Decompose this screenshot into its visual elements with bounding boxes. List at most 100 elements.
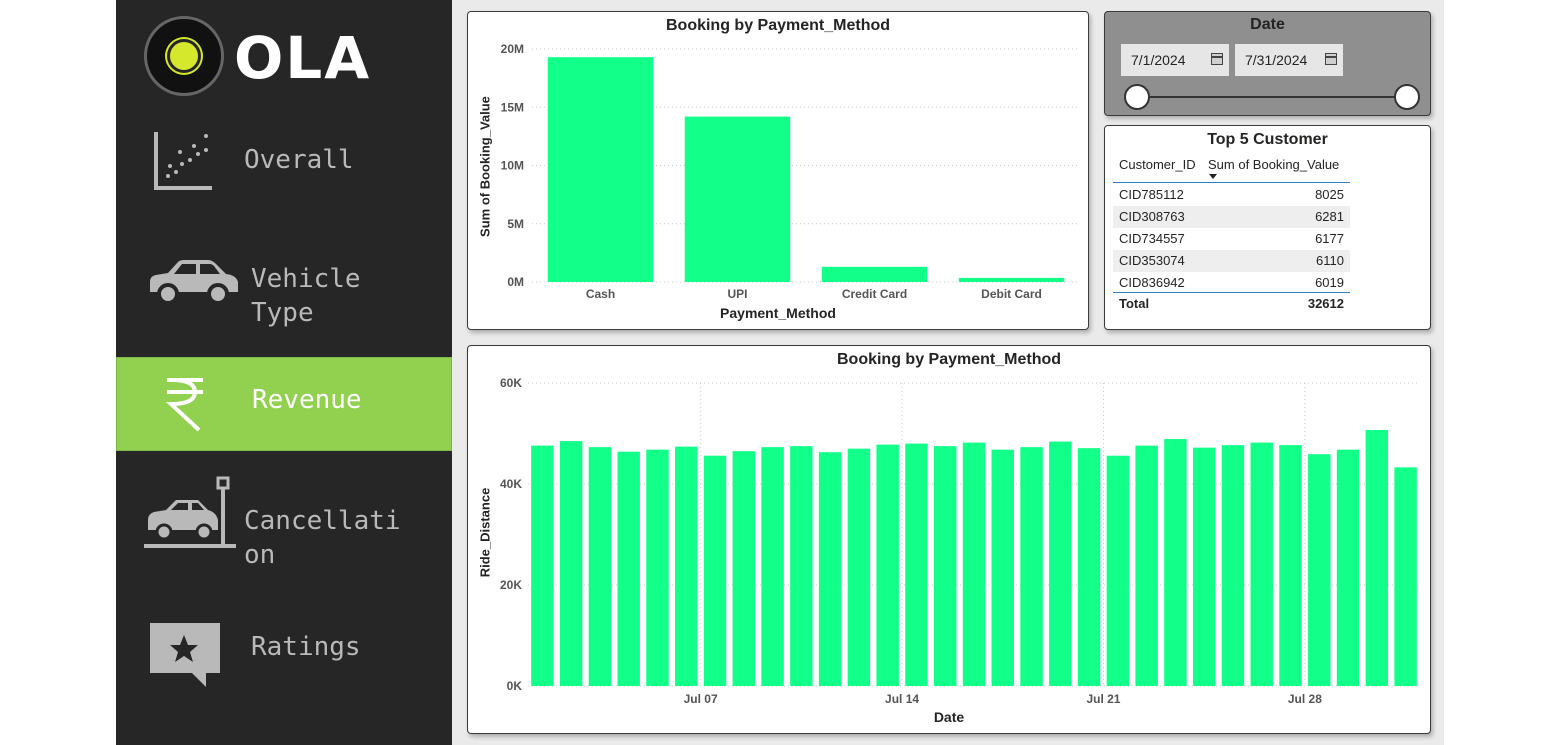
ola-logo-icon bbox=[144, 16, 224, 96]
bar bbox=[1049, 441, 1072, 686]
end-date-value: 7/31/2024 bbox=[1245, 52, 1308, 68]
bar bbox=[876, 444, 899, 686]
bar bbox=[847, 448, 871, 686]
x-tick-label: Debit Card bbox=[981, 287, 1042, 301]
bar bbox=[1192, 447, 1216, 686]
distance-chart-x-title: Date bbox=[933, 709, 965, 725]
table-row[interactable]: CID734557 6177 bbox=[1113, 228, 1350, 250]
bar bbox=[958, 277, 1065, 282]
x-tick-label: Jul 14 bbox=[885, 692, 919, 706]
x-tick-label: Credit Card bbox=[842, 287, 907, 301]
date-slider-start-handle[interactable] bbox=[1124, 84, 1150, 110]
bar bbox=[1221, 445, 1245, 686]
bar bbox=[588, 447, 612, 686]
x-tick-label: Cash bbox=[586, 287, 615, 301]
bar bbox=[1106, 455, 1130, 686]
bar bbox=[1365, 429, 1389, 686]
bar bbox=[991, 449, 1014, 686]
nav-label-vehicle-type: Vehicle Type bbox=[251, 264, 361, 328]
nav-label-ratings: Ratings bbox=[251, 632, 361, 662]
start-date-input[interactable]: 7/1/2024 bbox=[1121, 44, 1229, 76]
bar bbox=[1394, 467, 1417, 686]
nav-label-cancellation: Cancellati on bbox=[244, 506, 401, 570]
payment-method-bar-chart: 0M 5M 10M 15M 20M Cash UPI Credit Card Debit Car… bbox=[501, 42, 1080, 301]
bar bbox=[1020, 447, 1043, 686]
bar bbox=[761, 447, 784, 686]
bar bbox=[790, 446, 813, 686]
y-tick-label: 40K bbox=[500, 477, 522, 491]
bar bbox=[934, 446, 957, 686]
bar bbox=[1250, 442, 1273, 686]
nav-label-overall: Overall bbox=[244, 145, 354, 175]
bar bbox=[1164, 439, 1187, 686]
rupee-icon bbox=[165, 378, 203, 432]
bar bbox=[675, 446, 698, 686]
x-tick-label: Jul 28 bbox=[1288, 692, 1322, 706]
table-row[interactable]: CID308763 6281 bbox=[1113, 206, 1350, 228]
x-tick-label: UPI bbox=[727, 287, 747, 301]
table-total-row: Total 32612 bbox=[1119, 296, 1344, 311]
bar bbox=[1308, 454, 1331, 686]
bar bbox=[646, 449, 669, 686]
date-slicer-card: Date 7/1/2024 7/31/2024 bbox=[1104, 11, 1431, 116]
bar bbox=[617, 451, 640, 686]
date-slider-end-handle[interactable] bbox=[1394, 84, 1420, 110]
ola-logo-text: OLA bbox=[234, 24, 372, 92]
table-row[interactable]: CID836942 6019 bbox=[1113, 272, 1350, 294]
table-row[interactable]: CID785112 8025 bbox=[1113, 184, 1350, 206]
bar bbox=[547, 57, 654, 282]
column-header-booking-value[interactable]: Sum of Booking_Value bbox=[1208, 157, 1339, 172]
y-tick-label: 10M bbox=[501, 159, 524, 173]
nav-label-revenue: Revenue bbox=[252, 385, 362, 415]
x-tick-label: Jul 07 bbox=[684, 692, 718, 706]
column-header-customer-id[interactable]: Customer_ID bbox=[1119, 157, 1196, 172]
payment-method-chart-card: Booking by Payment_Method 0M 5M 10M 15M 20M C… bbox=[467, 11, 1089, 330]
car-crash-icon bbox=[144, 476, 236, 548]
calendar-icon[interactable] bbox=[1211, 53, 1223, 65]
scatter-chart-icon bbox=[154, 132, 212, 190]
bar bbox=[821, 266, 928, 282]
nav-item-ratings[interactable]: Ratings bbox=[116, 615, 452, 695]
payment-chart-y-title: Sum of Booking_Value bbox=[477, 96, 493, 237]
bar bbox=[1135, 445, 1158, 686]
bar bbox=[1077, 448, 1101, 686]
y-tick-label: 60K bbox=[500, 376, 522, 390]
distance-chart-y-title: Ride_Distance bbox=[477, 487, 493, 578]
date-range-slider-track[interactable] bbox=[1137, 96, 1407, 98]
nav-item-vehicle-type[interactable]: Vehicle Type bbox=[116, 240, 452, 340]
x-tick-label: Jul 21 bbox=[1086, 692, 1120, 706]
payment-chart-x-title: Payment_Method bbox=[720, 305, 836, 321]
y-tick-label: 0K bbox=[507, 679, 523, 693]
bar bbox=[905, 443, 928, 686]
top-customers-card: Top 5 Customer Customer_ID Sum of Bookin… bbox=[1104, 125, 1431, 330]
bar bbox=[962, 442, 986, 686]
bar bbox=[1336, 449, 1360, 686]
top-customers-title: Top 5 Customer bbox=[1207, 131, 1328, 148]
calendar-icon[interactable] bbox=[1325, 53, 1337, 65]
car-icon bbox=[150, 260, 238, 305]
sort-descending-icon[interactable] bbox=[1209, 174, 1217, 179]
bar bbox=[531, 445, 554, 686]
y-tick-label: 5M bbox=[507, 217, 524, 231]
date-slicer-title: Date bbox=[1250, 16, 1285, 33]
bar bbox=[684, 116, 791, 282]
nav-item-revenue[interactable]: Revenue bbox=[116, 357, 452, 451]
bar bbox=[703, 455, 727, 686]
end-date-input[interactable]: 7/31/2024 bbox=[1235, 44, 1343, 76]
bar bbox=[1279, 445, 1302, 686]
nav-item-overall[interactable]: Overall bbox=[116, 118, 452, 208]
y-tick-label: 15M bbox=[501, 100, 524, 114]
y-tick-label: 20M bbox=[501, 42, 524, 56]
y-tick-label: 0M bbox=[507, 275, 524, 289]
table-row[interactable]: CID353074 6110 bbox=[1113, 250, 1350, 272]
table-header-divider bbox=[1113, 182, 1350, 183]
nav-item-cancellation[interactable]: Cancellati on bbox=[116, 468, 452, 578]
star-speech-bubble-icon bbox=[150, 623, 220, 687]
bar bbox=[818, 452, 842, 686]
start-date-value: 7/1/2024 bbox=[1131, 52, 1186, 68]
ride-distance-chart-card: Booking by Payment_Method 0K 20K 40K 60K Jul… bbox=[467, 345, 1431, 734]
bar bbox=[559, 441, 583, 686]
y-tick-label: 20K bbox=[500, 578, 522, 592]
ride-distance-bar-chart: 0K 20K 40K 60K Jul 07 Jul 14 Jul 21 Jul 28 bbox=[500, 376, 1420, 706]
bar bbox=[732, 451, 756, 686]
